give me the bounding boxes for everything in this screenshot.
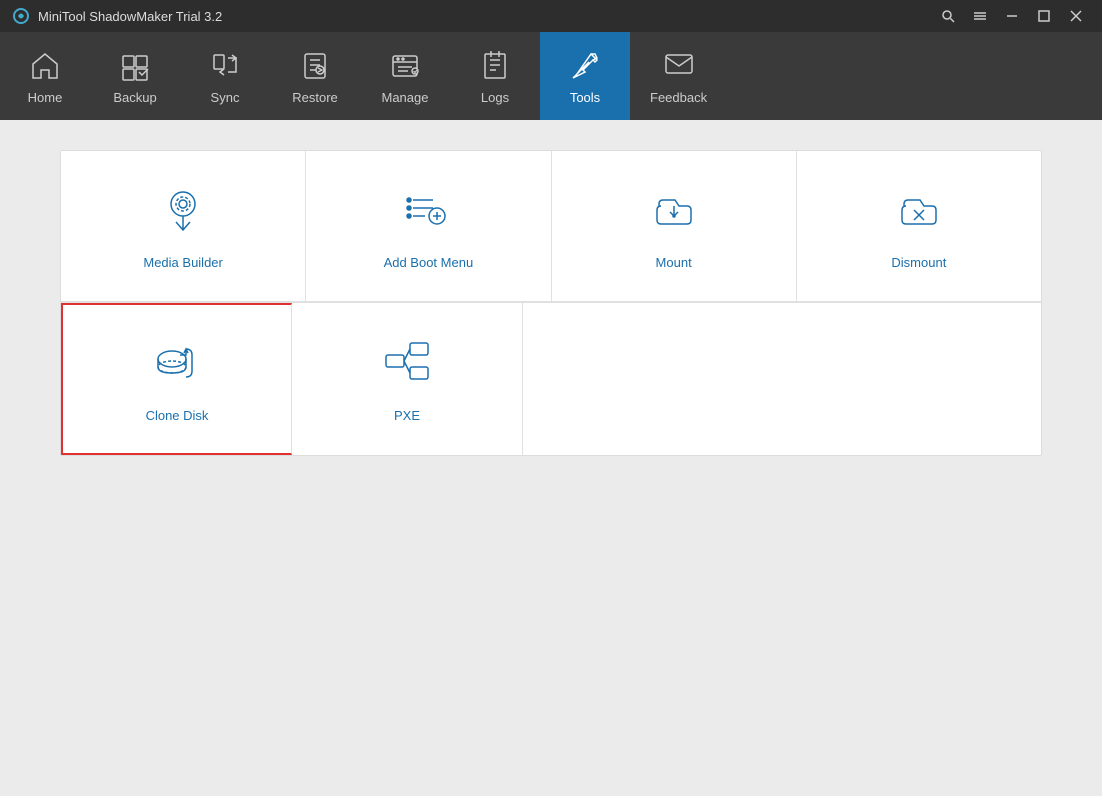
clone-disk-icon — [150, 335, 204, 394]
nav-label-home: Home — [28, 90, 63, 105]
nav-item-restore[interactable]: Restore — [270, 32, 360, 120]
nav-label-logs: Logs — [481, 90, 509, 105]
nav-label-manage: Manage — [382, 90, 429, 105]
clone-disk-label: Clone Disk — [146, 408, 209, 423]
pxe-label: PXE — [394, 408, 420, 423]
nav-label-sync: Sync — [211, 90, 240, 105]
nav-label-tools: Tools — [570, 90, 600, 105]
nav-item-logs[interactable]: Logs — [450, 32, 540, 120]
tools-row-2: Clone Disk PXE — [61, 302, 1041, 455]
nav-label-feedback: Feedback — [650, 90, 707, 105]
add-boot-menu-icon — [401, 182, 455, 241]
minimize-btn[interactable] — [998, 5, 1026, 27]
tool-dismount[interactable]: Dismount — [797, 151, 1041, 301]
mount-label: Mount — [656, 255, 692, 270]
window-controls — [934, 5, 1090, 27]
nav-label-backup: Backup — [113, 90, 156, 105]
nav-item-home[interactable]: Home — [0, 32, 90, 120]
sync-icon — [207, 48, 243, 84]
dismount-icon — [892, 182, 946, 241]
maximize-btn[interactable] — [1030, 5, 1058, 27]
dismount-label: Dismount — [891, 255, 946, 270]
tool-mount[interactable]: Mount — [552, 151, 797, 301]
nav-item-manage[interactable]: Manage — [360, 32, 450, 120]
backup-icon — [117, 48, 153, 84]
tool-add-boot-menu[interactable]: Add Boot Menu — [306, 151, 551, 301]
close-btn[interactable] — [1062, 5, 1090, 27]
app-logo — [12, 7, 30, 25]
search-btn[interactable] — [934, 5, 962, 27]
nav-item-tools[interactable]: Tools — [540, 32, 630, 120]
home-icon — [27, 48, 63, 84]
mount-icon — [647, 182, 701, 241]
nav-item-sync[interactable]: Sync — [180, 32, 270, 120]
tools-panel: Media Builder — [60, 150, 1042, 456]
nav-bar: Home Backup Sync — [0, 32, 1102, 120]
tools-icon — [567, 48, 603, 84]
tools-row-1: Media Builder — [61, 151, 1041, 302]
feedback-icon — [661, 48, 697, 84]
nav-item-backup[interactable]: Backup — [90, 32, 180, 120]
menu-btn[interactable] — [966, 5, 994, 27]
logs-icon — [477, 48, 513, 84]
restore-icon — [297, 48, 333, 84]
tool-pxe[interactable]: PXE — [292, 303, 523, 455]
manage-icon — [387, 48, 423, 84]
add-boot-menu-label: Add Boot Menu — [384, 255, 474, 270]
nav-item-feedback[interactable]: Feedback — [630, 32, 727, 120]
media-builder-icon — [156, 182, 210, 241]
tool-media-builder[interactable]: Media Builder — [61, 151, 306, 301]
main-content: Media Builder — [0, 120, 1102, 796]
app-title: MiniTool ShadowMaker Trial 3.2 — [38, 9, 934, 24]
title-bar: MiniTool ShadowMaker Trial 3.2 — [0, 0, 1102, 32]
media-builder-label: Media Builder — [143, 255, 223, 270]
pxe-icon — [380, 335, 434, 394]
nav-label-restore: Restore — [292, 90, 338, 105]
tool-clone-disk[interactable]: Clone Disk — [61, 303, 292, 455]
